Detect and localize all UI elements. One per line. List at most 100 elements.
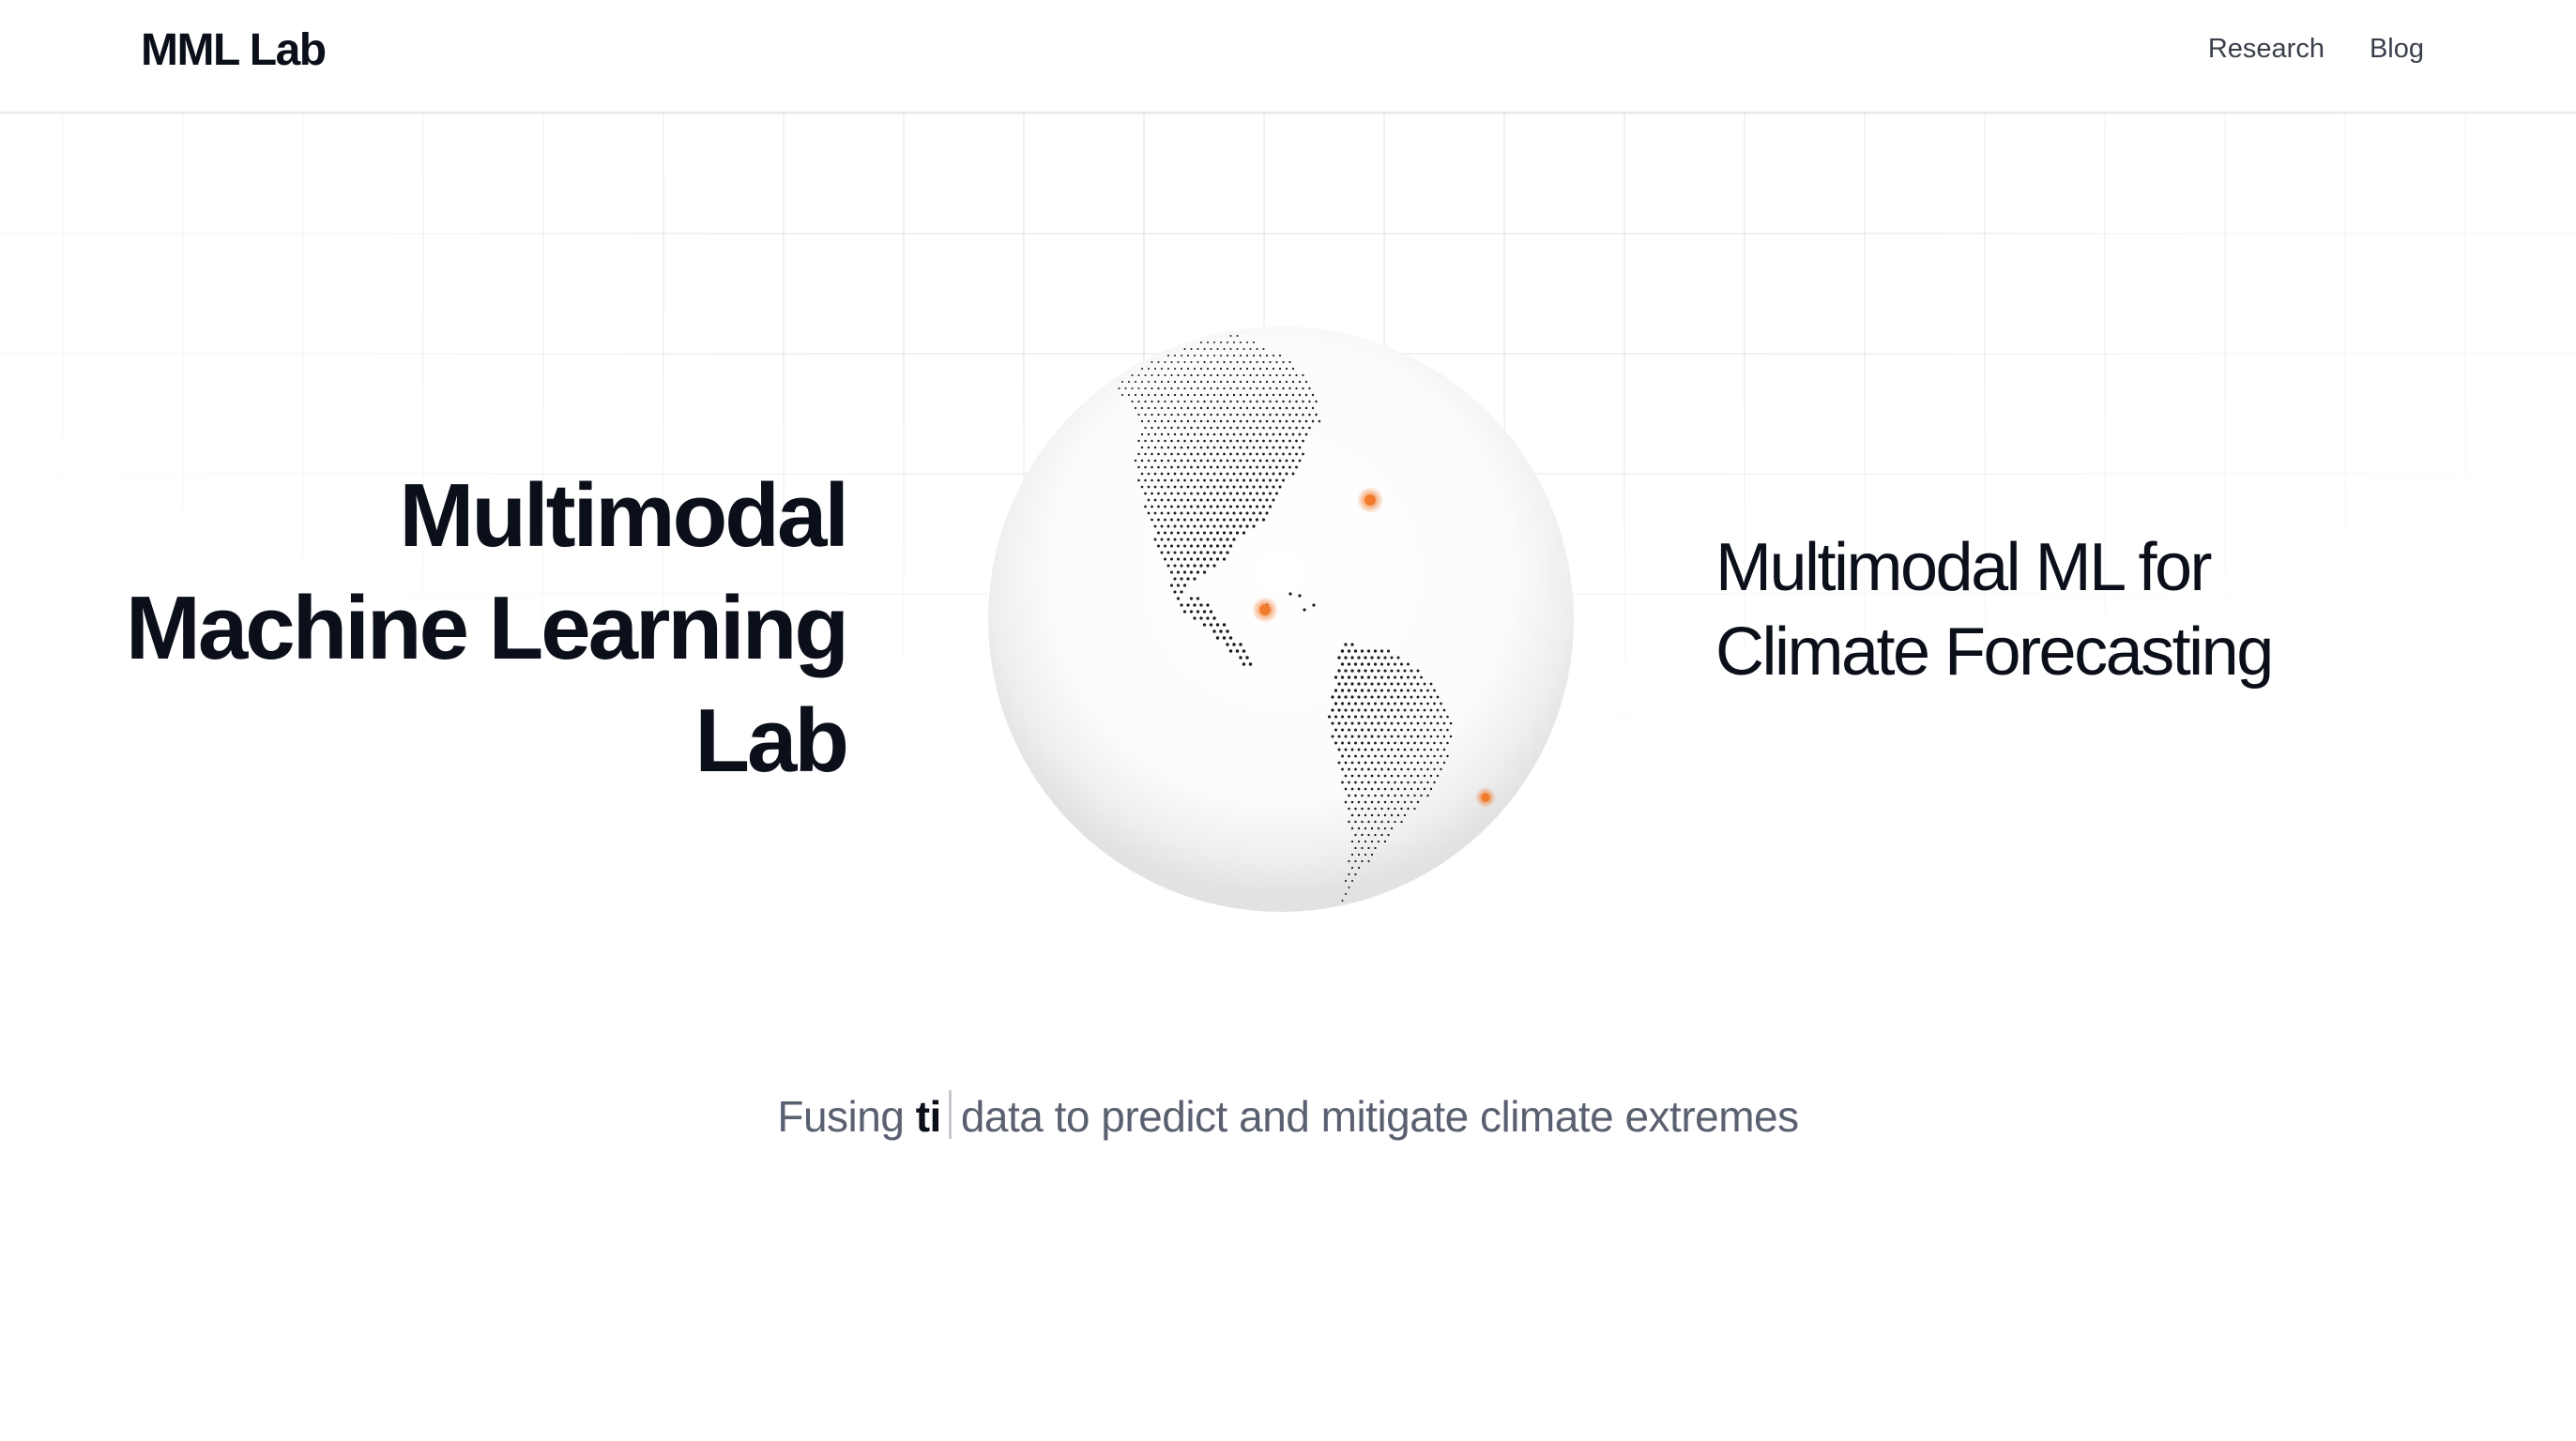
land-dot [1215,636,1220,640]
land-dot [1223,347,1226,351]
land-dot [1151,439,1153,443]
land-dot [1380,741,1383,745]
location-marker[interactable] [1259,604,1271,615]
land-dot [1182,610,1187,614]
land-dot [1242,400,1245,403]
land-dot [1426,715,1429,719]
land-dot [1236,400,1239,403]
location-marker[interactable] [1481,793,1490,802]
land-dot [1212,524,1216,528]
land-dot [1348,886,1350,889]
land-dot [1144,478,1147,482]
typing-caret [948,1090,952,1139]
land-dot [1228,636,1233,640]
land-dot [1232,485,1236,489]
land-dot [1173,354,1177,357]
land-dot [1353,662,1358,666]
land-dot [1278,485,1282,489]
land-dot [1396,800,1400,804]
land-dot [1219,459,1223,463]
logo[interactable]: MML Lab [141,24,327,76]
land-dot [1272,367,1275,371]
page: MML Lab Research Blog Multimodal Machine… [0,0,2576,1441]
land-dot [1216,465,1219,469]
land-dot [1193,419,1197,423]
land-dot [1186,393,1190,397]
land-dot [1413,702,1416,705]
land-dot [1265,419,1269,423]
land-dot [1157,465,1160,469]
land-dot [1206,485,1210,489]
land-dot [1199,354,1203,357]
land-dot [1245,380,1249,384]
land-dot [1383,721,1387,725]
land-dot [1212,354,1216,357]
land-dot [1341,767,1344,771]
hero-subtitle-line: Multimodal ML for [1715,530,2212,605]
land-dot [1206,459,1210,463]
land-dot [1403,748,1407,751]
land-dot [1219,406,1223,410]
land-dot [1278,472,1282,476]
land-dot [1383,813,1387,817]
land-dot [1364,827,1367,830]
land-dot [1144,413,1147,417]
land-dot [1210,478,1212,482]
land-dot [1350,721,1354,725]
land-dot [1242,492,1245,495]
land-dot [1199,538,1203,541]
land-dot [1242,426,1245,430]
land-dot [1302,387,1304,390]
land-dot [1199,393,1203,397]
land-dot [1173,511,1177,515]
land-dot [1206,551,1210,554]
land-dot [1177,373,1180,377]
land-dot [1147,406,1151,410]
land-dot [1258,406,1262,410]
land-dot [1212,511,1216,515]
land-dot [1269,400,1272,403]
land-dot [1252,393,1256,397]
land-dot [1344,761,1348,765]
nav-link-blog[interactable]: Blog [2370,34,2424,65]
land-dot [1193,446,1197,449]
land-dot [1396,735,1400,738]
land-dot [1127,380,1131,384]
land-dot [1265,380,1269,384]
land-dot [1298,419,1302,423]
land-dot [1285,393,1288,397]
land-dot [1341,899,1344,903]
land-dot [1298,406,1302,410]
land-dot [1262,465,1265,469]
land-dot [1364,682,1367,686]
land-dot [1157,518,1160,522]
land-dot [1347,689,1351,692]
land-dot [1223,387,1226,390]
land-dot [1202,570,1207,574]
land-dot [1360,689,1364,692]
land-dot [1344,669,1348,673]
land-dot [1206,406,1210,410]
land-dot [1377,735,1380,738]
land-dot [1341,754,1344,758]
land-dot [1229,387,1232,390]
land-dot [1348,820,1350,824]
land-dot [1164,544,1166,548]
land-dot [1147,432,1151,436]
land-dot [1387,807,1390,811]
nav-link-research[interactable]: Research [2208,34,2324,65]
land-dot [1223,360,1226,364]
land-dot [1272,406,1275,410]
land-dot [1410,721,1413,725]
location-marker[interactable] [1364,494,1376,506]
land-dot [1210,400,1212,403]
land-dot [1423,774,1426,778]
land-dot [1272,432,1275,436]
land-dot [1407,794,1410,797]
land-dot [1278,367,1282,371]
globe[interactable] [985,324,1577,915]
land-dot [1440,728,1442,732]
land-dot [1226,380,1229,384]
land-dot [1403,813,1407,817]
land-dot [1390,656,1394,660]
